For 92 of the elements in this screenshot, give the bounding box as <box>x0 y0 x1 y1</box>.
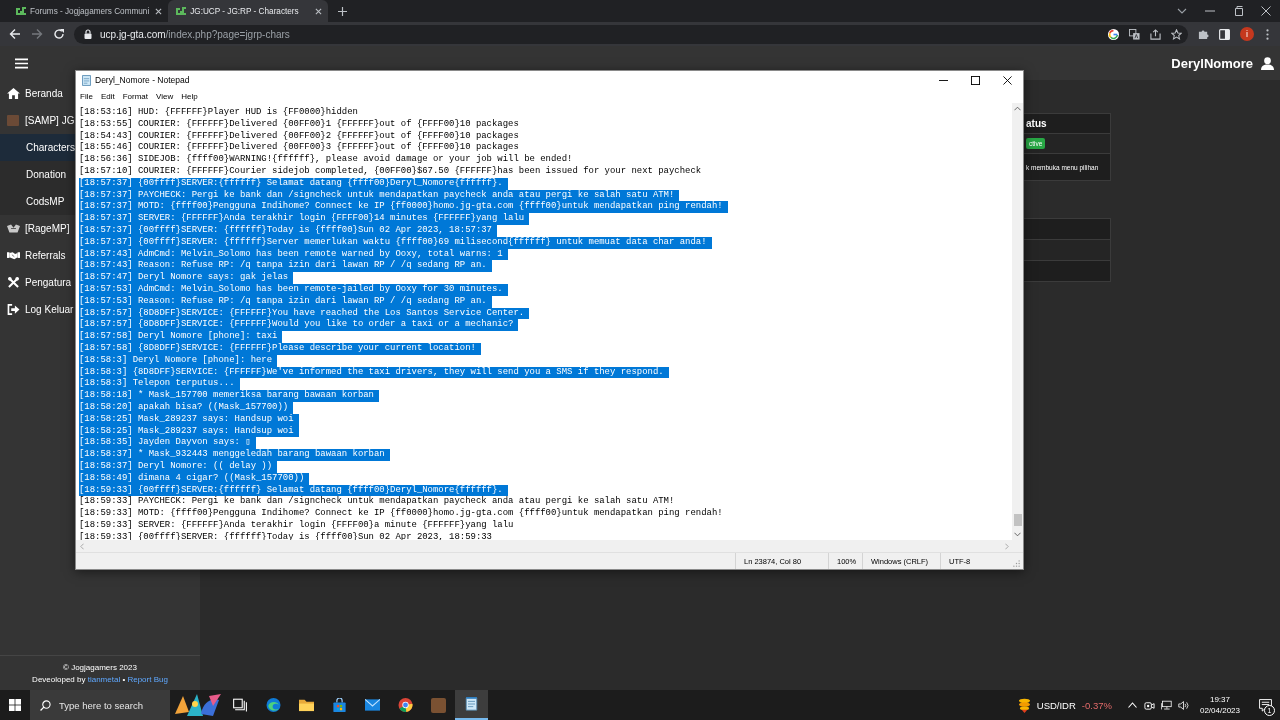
translate-icon[interactable] <box>1129 28 1140 40</box>
log-line: [18:54:43] COURIER: {FFFFFF}Delivered {00FF00}2 {FFFFFF}out of {FFFF00}10 packages <box>79 130 519 142</box>
menu-icon[interactable] <box>15 57 28 69</box>
browser-tab[interactable]: JG:UCP - JG:RP - Characters <box>168 0 329 22</box>
thumbnail-image <box>7 115 19 126</box>
log-line: [18:59:33] {00ffff}SERVER: {ffffff}Today is {ffff00}Sun 02 Apr 2023, 18:59:33 <box>79 531 492 540</box>
folder-icon <box>299 698 314 712</box>
arrow-left-icon <box>9 28 21 40</box>
network-icon[interactable] <box>1160 699 1172 711</box>
currency-widget[interactable]: USD/IDR -0.37% <box>1017 697 1112 713</box>
user-icon[interactable] <box>1261 56 1274 70</box>
caret-down-icon[interactable] <box>1014 532 1021 537</box>
sidebar-subitem[interactable]: CodsMP <box>0 188 75 215</box>
arrow-right-icon <box>31 28 43 40</box>
report-bug-link[interactable]: Report Bug <box>127 674 168 684</box>
sidebar-subitem[interactable]: Characters <box>0 134 75 161</box>
close-icon <box>1002 75 1012 85</box>
column-header: atus <box>1024 114 1110 134</box>
lock-icon <box>84 29 92 39</box>
sidebar-item[interactable]: [RageMP] <box>0 215 75 242</box>
log-line: [18:53:55] COURIER: {FFFFFF}Delivered {00FF00}1 {FFFFFF}out of {FFFF00}10 packages <box>79 118 519 131</box>
share-icon[interactable] <box>1150 28 1161 40</box>
footer-credit: Deveoloped by tianmetal • Report Bug <box>32 674 168 684</box>
sidebar-item[interactable]: Beranda <box>0 80 75 107</box>
message-icon <box>1258 698 1272 712</box>
sidebar-subitem[interactable]: Donation <box>0 161 75 188</box>
camera-icon[interactable] <box>1143 699 1155 711</box>
multicolor-ring-icon[interactable] <box>1108 28 1119 40</box>
menu-item[interactable]: View <box>156 91 174 101</box>
menu-icon[interactable] <box>1266 28 1269 40</box>
menu-item[interactable]: Edit <box>100 91 115 101</box>
profile-button[interactable]: i <box>1240 27 1254 41</box>
emblem-icon <box>7 223 20 234</box>
log-line: [18:57:10] COURIER: {FFFFFF}Courier sidejob completed, {00FF00}$67.50 {FFFFFF}has been issued for your next paycheck <box>79 166 702 178</box>
puzzle-icon[interactable] <box>1198 28 1209 40</box>
log-line: [18:59:33] SERVER: {FFFFFF}Anda terakhir login {FFFF00}a minute {FFFFFF}yang lalu <box>79 519 514 532</box>
menu-item[interactable]: Help <box>181 91 198 101</box>
search-field[interactable]: Type here to search <box>30 690 170 720</box>
sidebar-item[interactable]: [SAMP] JG <box>0 107 75 134</box>
menu-item[interactable]: Format <box>122 91 149 101</box>
close-icon[interactable] <box>315 7 323 15</box>
search-icon <box>40 699 51 711</box>
reload-icon <box>53 28 65 40</box>
resize-grip-icon[interactable] <box>1013 560 1020 567</box>
chevron-up-icon[interactable] <box>1126 702 1138 708</box>
home-icon <box>7 88 20 99</box>
swirl-logo-icon <box>266 698 281 712</box>
window-title: Deryl_Nomore - Notepad <box>95 75 190 85</box>
clock[interactable]: 19:37 02/04/2023 <box>1199 694 1240 716</box>
caret-up-icon[interactable] <box>1014 106 1021 111</box>
star-icon[interactable] <box>1171 28 1182 40</box>
bag-icon <box>332 698 347 712</box>
logo-icon <box>176 7 187 15</box>
author-link[interactable]: tianmetal <box>87 674 121 684</box>
close-icon[interactable] <box>1261 6 1271 16</box>
sidebar-item[interactable]: Log Keluar <box>0 296 75 323</box>
close-icon[interactable] <box>155 7 163 15</box>
log-line: [18:59:33] PAYCHECK: Pergi ke bank dan /signcheck untuk mendapatkan paycheck anda atau pergi ke salah satu ATM! <box>79 496 675 508</box>
notepad-icon <box>464 697 479 711</box>
log-line: [18:53:16] HUD: {FFFFFF}Player HUD is {FF0000}hidden <box>79 107 358 119</box>
search-highlight-illustration <box>172 692 224 718</box>
browser-tab[interactable]: Forums - Jogjagamers Communi <box>8 0 169 22</box>
handshake-icon <box>7 250 20 261</box>
ring-logo-icon <box>398 698 413 712</box>
game-thumbnail-image <box>431 697 446 713</box>
scrollbar-thumb[interactable] <box>1013 514 1022 526</box>
sidebar-item[interactable]: Pengatura <box>0 269 75 296</box>
speaker-icon[interactable] <box>1177 699 1189 711</box>
task-view-icon <box>233 698 248 712</box>
sidebar-item[interactable]: Referrals <box>0 242 75 269</box>
notepad-icon <box>82 74 91 86</box>
log-line: [18:55:46] COURIER: {FFFFFF}Delivered {00FF00}3 {FFFFFF}out of {FFFF00}10 packages <box>79 142 519 154</box>
minimize-icon <box>938 79 948 81</box>
log-line: [18:56:36] SIDEJOB: {ffff00}WARNING!{ffffff}, please avoid damage or your job will be ended! <box>79 154 573 166</box>
log-line: [18:59:33] MOTD: {ffff00}Pengguna Indihome? Connect ke IP {ff0000}homo.jg-gta.com {ffff00}untuk mendapatkan ping rendah! <box>79 508 723 520</box>
tools-icon <box>7 277 20 288</box>
plus-icon[interactable] <box>338 6 348 16</box>
logo-icon <box>16 7 26 15</box>
taskbar-button[interactable] <box>455 690 488 720</box>
copyright-text: © Jogjagamers 2023 <box>63 662 137 672</box>
username[interactable]: DerylNomore <box>1171 55 1253 71</box>
address-field[interactable]: ucp.jg-gta.com/index.php?page=jgrp-chars <box>74 24 1188 44</box>
windows-logo-icon <box>9 699 21 711</box>
menu-item[interactable]: File <box>80 91 93 101</box>
vertical-scrollbar[interactable] <box>1012 103 1023 540</box>
coins-icon <box>1017 697 1031 713</box>
logout-icon <box>7 304 20 315</box>
side-panel-icon[interactable] <box>1219 28 1230 40</box>
maximize-icon <box>970 75 980 85</box>
mail-icon <box>365 698 380 712</box>
chevron-down-icon[interactable] <box>1177 8 1187 14</box>
restore-icon[interactable] <box>1233 6 1243 16</box>
